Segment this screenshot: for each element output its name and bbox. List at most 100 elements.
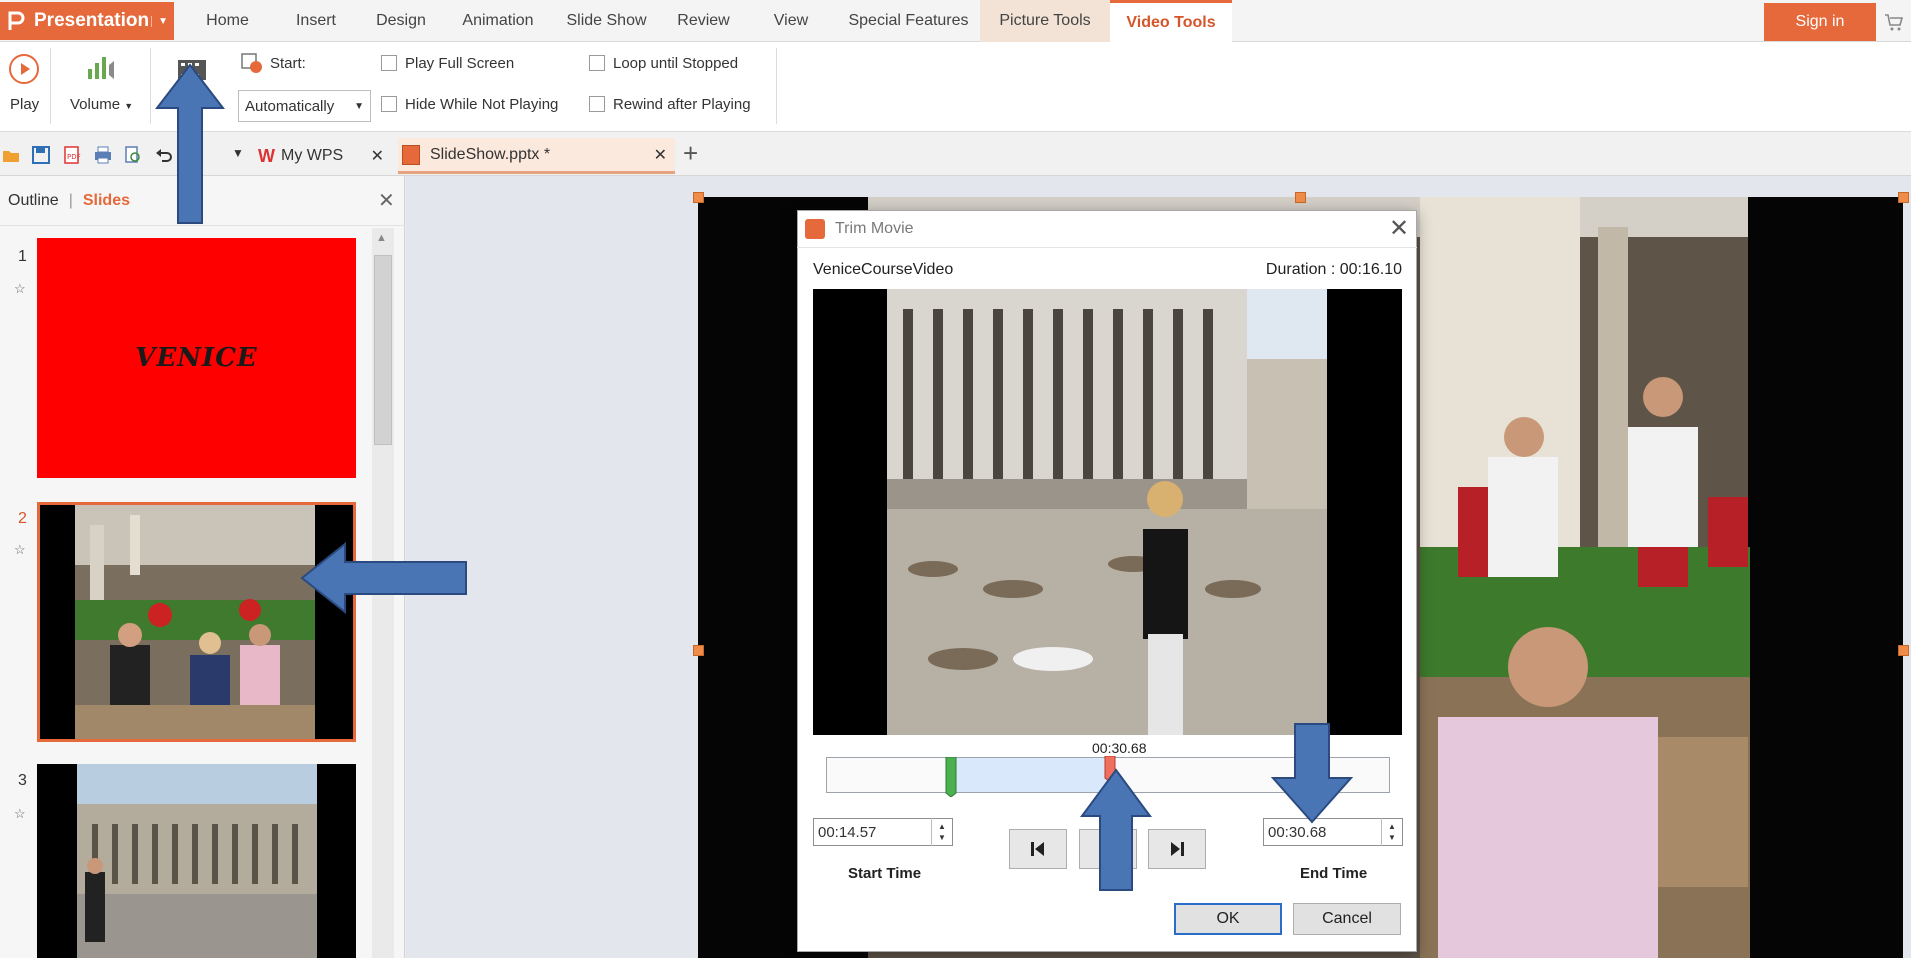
- ribbon-separator: [776, 48, 777, 124]
- tab-special-features[interactable]: Special Features: [837, 0, 980, 42]
- hide-while-not-playing-checkbox[interactable]: [381, 96, 397, 112]
- next-frame-button[interactable]: [1148, 829, 1206, 869]
- panel-tabs: Outline | Slides: [0, 176, 405, 226]
- trim-video-icon[interactable]: [176, 56, 208, 84]
- volume-button[interactable]: Volume ▼: [70, 96, 133, 113]
- slide-number: 3: [18, 772, 27, 789]
- new-tab-plus-icon[interactable]: +: [683, 138, 698, 169]
- close-icon[interactable]: ✕: [378, 188, 395, 213]
- slide-number: 2: [18, 510, 27, 527]
- slide-1-title: VENICE: [135, 343, 258, 373]
- cafe-photo: [75, 505, 315, 739]
- tab-view[interactable]: View: [745, 0, 837, 42]
- piazza-photo: [77, 764, 317, 958]
- slide-number: 1: [18, 248, 27, 265]
- tab-picture-tools[interactable]: Picture Tools: [980, 0, 1110, 42]
- play-button[interactable]: Play: [10, 96, 39, 113]
- save-icon[interactable]: [32, 146, 50, 164]
- play-icon: [9, 54, 39, 84]
- app-logo-icon: [8, 11, 25, 30]
- spinner-icon[interactable]: ▲ ▼: [1381, 818, 1402, 846]
- svg-text:PDF: PDF: [67, 153, 81, 161]
- close-icon[interactable]: ✕: [1386, 215, 1412, 242]
- close-icon[interactable]: ✕: [371, 146, 384, 166]
- hide-while-not-playing-label: Hide While Not Playing: [405, 96, 559, 113]
- tab-my-wps-label: My WPS: [281, 147, 344, 164]
- tab-home[interactable]: Home: [180, 0, 275, 42]
- app-menu-dropdown-icon: ▼: [151, 15, 168, 27]
- end-time-label: End Time: [1300, 865, 1368, 882]
- print-preview-icon[interactable]: [124, 146, 142, 164]
- close-icon[interactable]: ✕: [654, 145, 667, 165]
- resize-handle[interactable]: [1295, 192, 1306, 203]
- scroll-up-icon[interactable]: ▲: [376, 232, 387, 244]
- tab-slides[interactable]: Slides: [83, 192, 130, 210]
- resize-handle[interactable]: [693, 645, 704, 656]
- start-time-field[interactable]: 00:14.57 ▲ ▼: [813, 818, 953, 846]
- play-full-screen-checkbox[interactable]: [381, 55, 397, 71]
- slide-thumbnail-2[interactable]: [37, 502, 356, 742]
- ok-button[interactable]: OK: [1174, 903, 1282, 935]
- start-dropdown-value: Automatically: [245, 97, 335, 115]
- animation-star-icon: ☆: [14, 542, 26, 557]
- next-frame-icon: [1171, 842, 1184, 856]
- end-time-field[interactable]: 00:30.68 ▲ ▼: [1263, 818, 1403, 846]
- slide-thumbnail-3[interactable]: [37, 764, 356, 958]
- undo-icon[interactable]: [155, 146, 173, 164]
- start-time-label: Start Time: [848, 865, 922, 882]
- tab-slide-show[interactable]: Slide Show: [551, 0, 662, 42]
- dialog-title: Trim Movie: [835, 219, 914, 237]
- start-label: Start:: [270, 55, 306, 72]
- cart-icon[interactable]: [1884, 12, 1904, 32]
- presentation-file-icon: [402, 144, 420, 165]
- start-dropdown[interactable]: Automatically ▼: [238, 90, 371, 122]
- sign-in-button[interactable]: Sign in: [1764, 3, 1876, 41]
- trim-selection-range: [951, 758, 1110, 792]
- tab-outline[interactable]: Outline: [8, 192, 59, 210]
- video-duration: Duration : 00:16.10: [1265, 261, 1402, 278]
- tab-divider: |: [68, 191, 73, 209]
- scrollbar-thumb[interactable]: [374, 255, 392, 445]
- previous-frame-icon: [1031, 842, 1044, 856]
- open-folder-icon[interactable]: [2, 146, 20, 164]
- play-pause-button[interactable]: [1079, 829, 1137, 869]
- app-name: Presentation: [34, 10, 150, 31]
- current-time-label: 00:30.68: [1092, 740, 1147, 756]
- spinner-icon[interactable]: ▲ ▼: [931, 818, 952, 846]
- tab-slideshow-pptx[interactable]: SlideShow.pptx * ✕: [398, 138, 675, 174]
- video-preview[interactable]: [813, 289, 1402, 735]
- chevron-down-icon: ▼: [354, 100, 364, 112]
- tab-video-tools[interactable]: Video Tools: [1110, 0, 1232, 42]
- cancel-button[interactable]: Cancel: [1293, 903, 1401, 935]
- tab-design[interactable]: Design: [357, 0, 445, 42]
- volume-label: Volume: [70, 96, 121, 113]
- piazza-video-still: [813, 289, 1402, 735]
- volume-dropdown-icon: ▼: [124, 101, 134, 111]
- tab-slideshow-label: SlideShow.pptx *: [430, 145, 551, 163]
- app-menu-button[interactable]: Presentation ▼: [0, 2, 174, 40]
- start-trim-handle[interactable]: [945, 757, 957, 797]
- rewind-after-playing-checkbox[interactable]: [589, 96, 605, 112]
- resize-handle[interactable]: [1898, 645, 1909, 656]
- animation-star-icon: ☆: [14, 281, 26, 296]
- play-full-screen-label: Play Full Screen: [405, 55, 515, 72]
- tab-animation[interactable]: Animation: [445, 0, 551, 42]
- export-pdf-icon[interactable]: PDF: [63, 146, 81, 164]
- tab-review[interactable]: Review: [662, 0, 745, 42]
- resize-handle[interactable]: [1898, 192, 1909, 203]
- start-time-value: 00:14.57: [818, 823, 877, 841]
- end-trim-handle[interactable]: [1104, 756, 1116, 782]
- previous-frame-button[interactable]: [1009, 829, 1067, 869]
- tab-my-wps[interactable]: W My WPS ✕: [258, 138, 388, 174]
- tab-insert[interactable]: Insert: [275, 0, 357, 42]
- end-time-value: 00:30.68: [1268, 823, 1327, 841]
- slide-thumbnail-1[interactable]: VENICE: [37, 238, 356, 478]
- customize-toolbar-dropdown-icon[interactable]: ▼: [232, 146, 244, 160]
- dialog-title-bar: Trim Movie: [797, 210, 1417, 248]
- loop-until-stopped-checkbox[interactable]: [589, 55, 605, 71]
- print-icon[interactable]: [94, 146, 112, 164]
- resize-handle[interactable]: [693, 192, 704, 203]
- video-name: VeniceCourseVideo: [813, 261, 954, 278]
- ribbon-separator: [50, 48, 51, 124]
- ribbon-separator: [150, 48, 151, 124]
